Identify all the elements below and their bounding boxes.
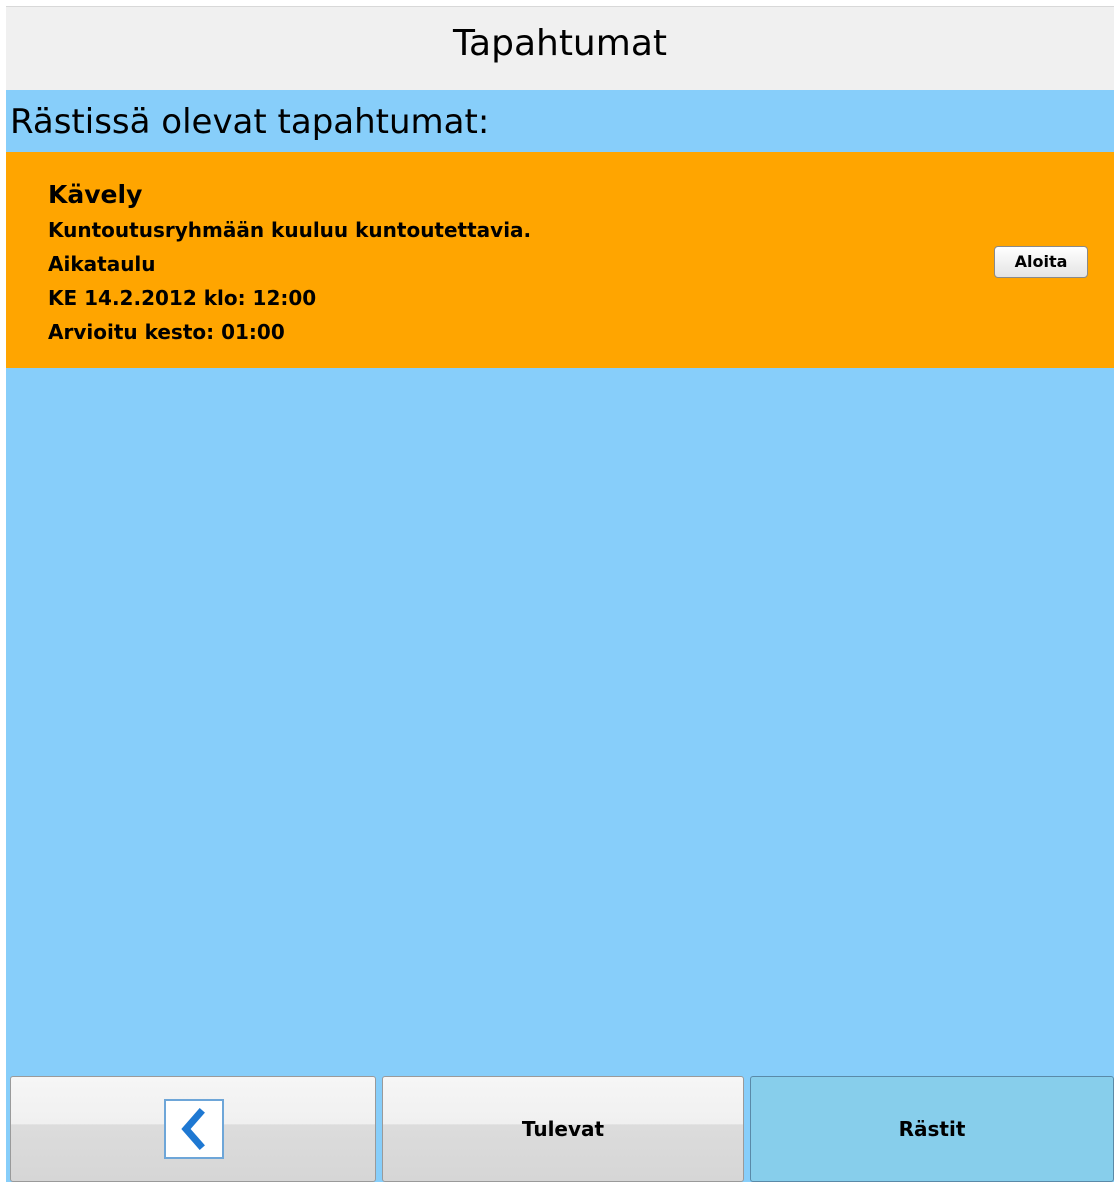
start-button[interactable]: Aloita	[994, 246, 1088, 278]
event-duration: Arvioitu kesto: 01:00	[48, 320, 285, 344]
chevron-left-icon	[164, 1099, 224, 1159]
event-description: Kuntoutusryhmään kuuluu kuntoutettavia.	[48, 218, 532, 242]
event-card: Kävely Kuntoutusryhmään kuuluu kuntoutet…	[6, 152, 1114, 368]
event-schedule-label: Aikataulu	[48, 252, 156, 276]
title-bar: Tapahtumat	[6, 6, 1114, 90]
page-title: Tapahtumat	[453, 23, 667, 64]
tab-overdue-label: Rästit	[898, 1117, 966, 1141]
tab-overdue[interactable]: Rästit	[750, 1076, 1114, 1182]
back-button[interactable]	[10, 1076, 376, 1182]
tab-upcoming-label: Tulevat	[521, 1117, 605, 1141]
event-datetime: KE 14.2.2012 klo: 12:00	[48, 286, 317, 310]
event-title: Kävely	[48, 180, 143, 209]
section-heading: Rästissä olevat tapahtumat:	[10, 102, 490, 142]
app-window: Tapahtumat Rästissä olevat tapahtumat: K…	[6, 6, 1114, 1182]
tab-upcoming[interactable]: Tulevat	[382, 1076, 744, 1182]
